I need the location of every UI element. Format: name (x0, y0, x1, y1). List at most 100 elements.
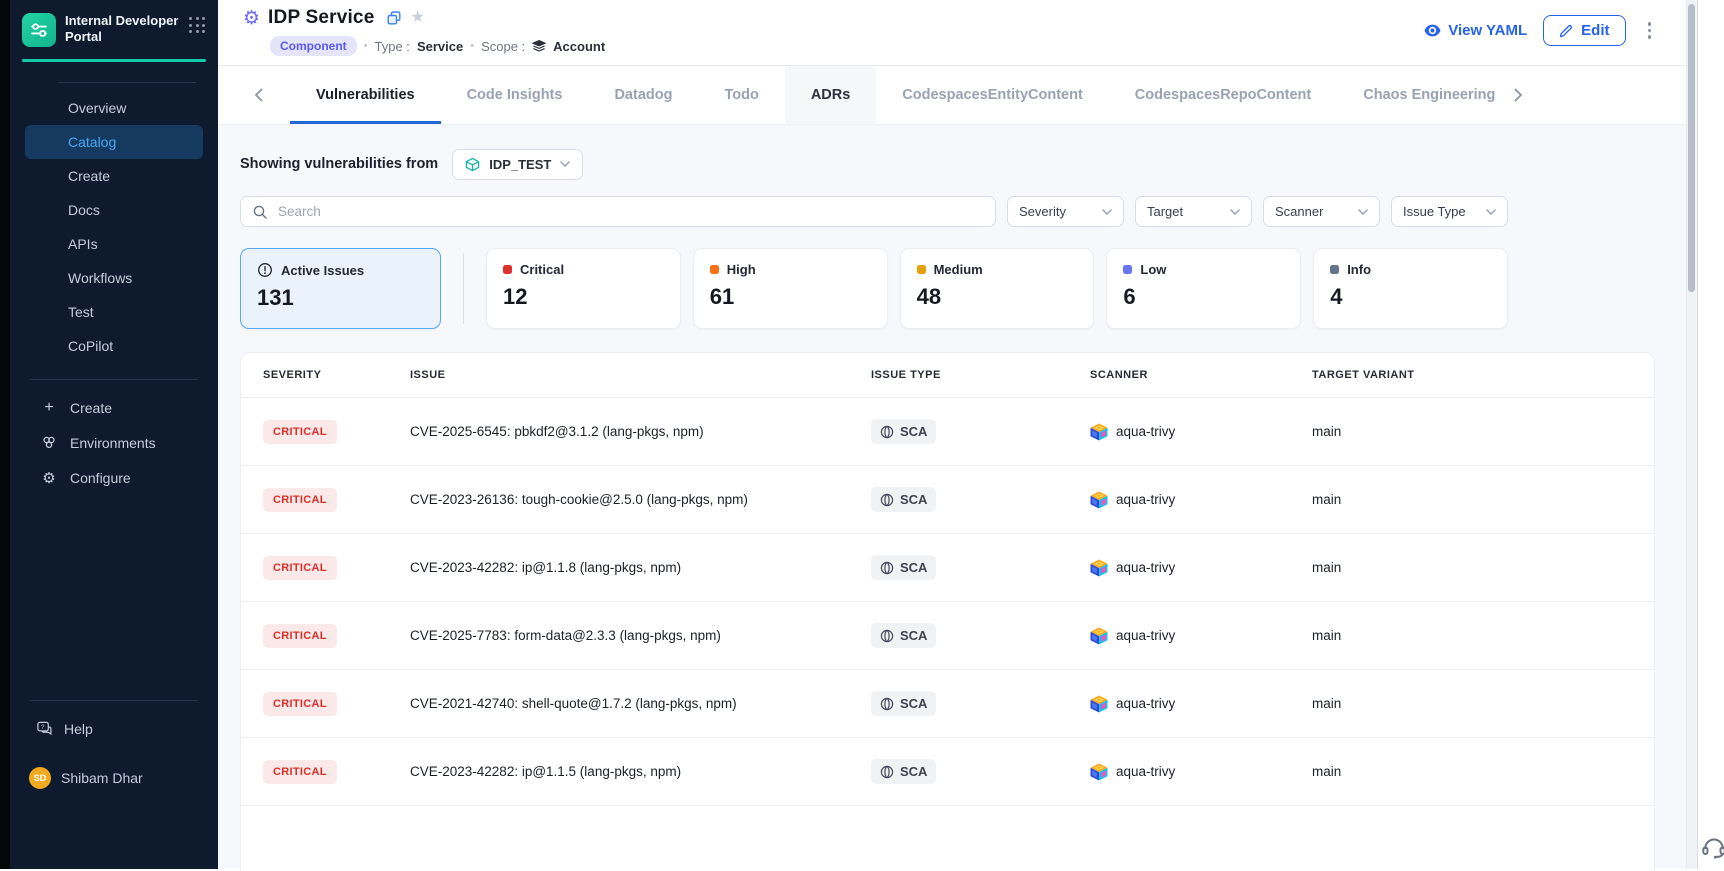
more-options-icon[interactable] (1642, 18, 1658, 43)
help-button[interactable]: ? Help (10, 711, 218, 746)
table-row[interactable]: CRITICAL CVE-2021-42740: shell-quote@1.7… (241, 670, 1654, 738)
sidebar-configure-button[interactable]: ⚙ Configure (30, 460, 198, 495)
severity-dot-icon (1330, 265, 1339, 274)
target-variant: main (1312, 628, 1654, 643)
sidebar-environments-button[interactable]: Environments (30, 425, 198, 460)
desktop-edge (0, 0, 10, 869)
tab[interactable]: Vulnerabilities (290, 66, 441, 124)
table-row[interactable]: CRITICAL CVE-2025-6545: pbkdf2@3.1.2 (la… (241, 398, 1654, 466)
user-menu[interactable]: SD Shibam Dhar (10, 760, 218, 795)
sidebar-divider (30, 700, 198, 701)
avatar: SD (29, 767, 51, 789)
chevron-down-icon (560, 161, 570, 167)
issue-type-badge: SCA (871, 487, 936, 512)
eye-icon (1424, 24, 1441, 37)
column-header-scanner: SCANNER (1090, 369, 1312, 381)
tabs-scroll-left-icon[interactable] (254, 66, 263, 124)
sidebar-nav: Overview Catalog Create Docs APIs Workfl… (10, 87, 218, 363)
severity-stat-card[interactable]: Critical 12 (486, 248, 681, 329)
target-variant: main (1312, 764, 1654, 779)
target-variant: main (1312, 424, 1654, 439)
chevron-down-icon (1486, 209, 1496, 215)
issue-type-badge: SCA (871, 759, 936, 784)
sidebar-divider (58, 82, 196, 83)
filter-select[interactable]: Target (1135, 196, 1252, 227)
sidebar-nav-item[interactable]: Test (25, 295, 203, 329)
edit-button[interactable]: Edit (1543, 15, 1625, 46)
table-row[interactable]: CRITICAL CVE-2023-42282: ip@1.1.8 (lang-… (241, 534, 1654, 602)
tab[interactable]: ADRs (785, 66, 876, 124)
app-logo-icon[interactable] (22, 13, 56, 47)
showing-label: Showing vulnerabilities from (240, 156, 438, 172)
sidebar-logo-row: Internal Developer Portal (10, 0, 218, 47)
severity-badge: CRITICAL (263, 692, 337, 716)
scanner-name: aqua-trivy (1116, 764, 1175, 779)
table-header-row: SEVERITY ISSUE ISSUE TYPE SCANNER TARGET… (241, 353, 1654, 398)
scope-label: Scope : (481, 39, 525, 54)
user-name: Shibam Dhar (61, 770, 143, 786)
stat-value: 48 (917, 284, 1078, 310)
sidebar-nav-item[interactable]: Overview (25, 91, 203, 125)
tab[interactable]: Code Insights (441, 66, 589, 124)
page-title: IDP Service (268, 7, 374, 29)
severity-dot-icon (503, 265, 512, 274)
sca-icon (880, 493, 894, 507)
search-box (240, 196, 996, 227)
severity-stat-card[interactable]: High 61 (693, 248, 888, 329)
window-right-strip (1697, 0, 1724, 869)
tabs-bar: Vulnerabilities Code Insights Datadog To… (218, 66, 1697, 125)
tab[interactable]: Datadog (588, 66, 698, 124)
sidebar-nav-item[interactable]: APIs (25, 227, 203, 261)
issue-type-badge: SCA (871, 623, 936, 648)
stat-label: Active Issues (281, 263, 364, 278)
table-row[interactable]: CRITICAL CVE-2023-42282: ip@1.1.5 (lang-… (241, 738, 1654, 806)
star-favorite-icon[interactable]: ★ (410, 10, 424, 26)
scope-value: Account (553, 39, 605, 54)
stat-label: Info (1347, 262, 1371, 277)
trivy-scanner-icon (1090, 763, 1108, 781)
table-row[interactable]: CRITICAL CVE-2023-26136: tough-cookie@2.… (241, 466, 1654, 534)
severity-stat-card[interactable]: Medium 48 (900, 248, 1095, 329)
sidebar: Internal Developer Portal Overview Catal… (10, 0, 218, 869)
sidebar-create-button[interactable]: + Create (30, 390, 198, 425)
target-variant: main (1312, 696, 1654, 711)
sidebar-nav-item[interactable]: CoPilot (25, 329, 203, 363)
vulnerabilities-table: SEVERITY ISSUE ISSUE TYPE SCANNER TARGET… (240, 352, 1655, 871)
tab[interactable]: CodespacesRepoContent (1109, 66, 1337, 124)
stats-divider (463, 253, 464, 324)
severity-dot-icon (710, 265, 719, 274)
scrollbar-thumb[interactable] (1688, 4, 1695, 292)
filter-select[interactable]: Issue Type (1391, 196, 1508, 227)
scanner-name: aqua-trivy (1116, 696, 1175, 711)
page-header: ⚙ IDP Service ★ Component • Type : Servi… (218, 0, 1697, 66)
support-headset-icon[interactable] (1699, 832, 1724, 862)
chevron-down-icon (1102, 209, 1112, 215)
severity-stat-card[interactable]: Info 4 (1313, 248, 1508, 329)
severity-cards: Critical 12 High 61 Medium (486, 248, 1508, 329)
copy-icon[interactable] (387, 11, 401, 25)
tab[interactable]: Chaos Engineering (1337, 66, 1512, 124)
target-scope-select[interactable]: IDP_TEST (452, 149, 583, 180)
filter-select[interactable]: Severity (1007, 196, 1124, 227)
search-input[interactable] (276, 203, 983, 220)
tabs-scroll-right-icon[interactable] (1514, 66, 1523, 124)
sidebar-footer: ? Help SD Shibam Dhar (10, 700, 218, 795)
chevron-down-icon (1358, 209, 1368, 215)
active-issues-card[interactable]: Active Issues 131 (240, 248, 441, 329)
sidebar-nav-item[interactable]: Create (25, 159, 203, 193)
filter-select[interactable]: Scanner (1263, 196, 1380, 227)
sidebar-nav-item[interactable]: Catalog (25, 125, 203, 159)
sidebar-nav-item[interactable]: Docs (25, 193, 203, 227)
severity-stat-card[interactable]: Low 6 (1106, 248, 1301, 329)
stat-label: Critical (520, 262, 564, 277)
table-row[interactable]: CRITICAL CVE-2025-7783: form-data@2.3.3 … (241, 602, 1654, 670)
scanner-name: aqua-trivy (1116, 628, 1175, 643)
app-switcher-icon[interactable] (189, 17, 206, 34)
target-variant: main (1312, 492, 1654, 507)
tab[interactable]: Todo (698, 66, 784, 124)
sidebar-nav-item[interactable]: Workflows (25, 261, 203, 295)
sca-icon (880, 697, 894, 711)
tab[interactable]: CodespacesEntityContent (876, 66, 1108, 124)
view-yaml-button[interactable]: View YAML (1424, 22, 1527, 39)
severity-badge: CRITICAL (263, 624, 337, 648)
